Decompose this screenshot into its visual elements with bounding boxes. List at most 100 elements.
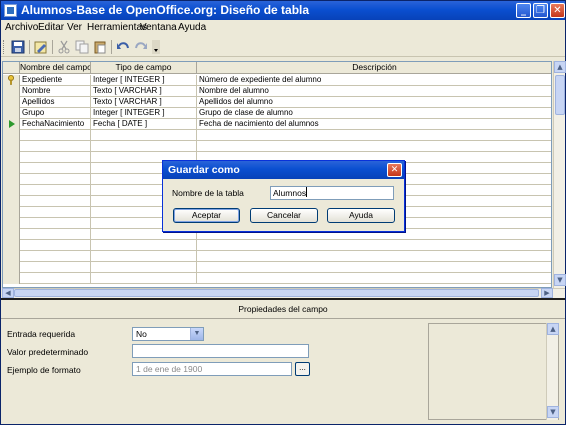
help-button[interactable]: Ayuda — [327, 208, 395, 223]
paste-icon[interactable] — [93, 40, 107, 54]
field-type-cell[interactable] — [91, 240, 197, 251]
table-row[interactable]: Expediente Integer [ INTEGER ] Número de e… — [3, 75, 551, 86]
field-name-cell[interactable] — [20, 229, 91, 240]
row-selector[interactable] — [3, 75, 20, 86]
empty-table-row[interactable] — [3, 262, 551, 273]
row-selector[interactable] — [3, 86, 20, 97]
row-selector[interactable] — [3, 196, 20, 207]
field-name-cell[interactable]: Grupo — [20, 108, 91, 119]
table-row[interactable]: Grupo Integer [ INTEGER ] Grupo de clase d… — [3, 108, 551, 119]
empty-table-row[interactable] — [3, 141, 551, 152]
field-name-cell[interactable] — [20, 262, 91, 273]
default-value-input[interactable] — [132, 344, 309, 358]
description-cell[interactable]: Apellidos del alumno — [197, 97, 551, 108]
field-name-cell[interactable]: Nombre — [20, 86, 91, 97]
description-cell[interactable]: Grupo de clase de alumno — [197, 108, 551, 119]
field-name-cell[interactable] — [20, 207, 91, 218]
scroll-thumb[interactable] — [555, 75, 565, 115]
menu-ventana[interactable]: Ventana — [140, 22, 177, 33]
field-name-cell[interactable]: Expediente — [20, 75, 91, 86]
row-selector[interactable] — [3, 119, 20, 130]
field-name-cell[interactable] — [20, 251, 91, 262]
scroll-up-arrow-icon[interactable]: ▲ — [554, 61, 566, 73]
copy-icon[interactable] — [75, 40, 89, 54]
menu-ayuda[interactable]: Ayuda — [178, 22, 206, 33]
field-type-cell[interactable]: Texto [ VARCHAR ] — [91, 97, 197, 108]
scroll-thumb-horizontal[interactable] — [14, 289, 539, 297]
help-vertical-scrollbar[interactable]: ▲ ▼ — [546, 323, 559, 420]
menu-ver[interactable]: Ver — [67, 22, 82, 33]
field-name-cell[interactable] — [20, 152, 91, 163]
field-type-cell[interactable]: Texto [ VARCHAR ] — [91, 86, 197, 97]
dialog-title-bar[interactable]: Guardar como ✕ — [163, 161, 404, 179]
minimize-button[interactable]: _ — [516, 3, 531, 18]
chevron-down-icon[interactable]: ▼ — [190, 328, 203, 340]
row-selector[interactable] — [3, 97, 20, 108]
field-type-cell[interactable] — [91, 273, 197, 284]
edit-icon[interactable] — [34, 40, 48, 54]
empty-table-row[interactable] — [3, 251, 551, 262]
empty-table-row[interactable] — [3, 240, 551, 251]
menu-herramientas[interactable]: Herramientas — [87, 22, 147, 33]
cancel-button[interactable]: Cancelar — [250, 208, 318, 223]
table-row[interactable]: Nombre Texto [ VARCHAR ] Nombre del alumno — [3, 86, 551, 97]
field-name-cell[interactable] — [20, 273, 91, 284]
row-selector[interactable] — [3, 152, 20, 163]
field-name-cell[interactable] — [20, 218, 91, 229]
description-cell[interactable] — [197, 262, 551, 273]
save-icon[interactable] — [11, 40, 25, 54]
row-selector[interactable] — [3, 130, 20, 141]
pane-splitter[interactable] — [1, 298, 565, 300]
field-type-cell[interactable]: Integer [ INTEGER ] — [91, 75, 197, 86]
row-selector[interactable] — [3, 163, 20, 174]
header-description[interactable]: Descripción — [197, 62, 551, 74]
scroll-down-arrow-icon[interactable]: ▼ — [554, 274, 566, 286]
description-cell[interactable]: Nombre del alumno — [197, 86, 551, 97]
toolbar-grip[interactable] — [3, 40, 6, 54]
header-field-name[interactable]: Nombre del campo — [20, 62, 91, 74]
field-name-cell[interactable]: FechaNacimiento — [20, 119, 91, 130]
field-name-cell[interactable] — [20, 240, 91, 251]
field-type-cell[interactable] — [91, 262, 197, 273]
row-selector[interactable] — [3, 251, 20, 262]
description-cell[interactable]: Fecha de nacimiento del alumnos — [197, 119, 551, 130]
field-name-cell[interactable] — [20, 141, 91, 152]
empty-table-row[interactable] — [3, 273, 551, 284]
scroll-right-arrow-icon[interactable]: ▶ — [541, 288, 553, 298]
header-field-type[interactable]: Tipo de campo — [91, 62, 197, 74]
row-selector[interactable] — [3, 218, 20, 229]
row-selector[interactable] — [3, 185, 20, 196]
dialog-close-button[interactable]: ✕ — [387, 163, 402, 177]
description-cell[interactable] — [197, 273, 551, 284]
scroll-down-arrow-icon[interactable]: ▼ — [547, 406, 559, 418]
field-name-cell[interactable] — [20, 174, 91, 185]
menu-editar[interactable]: Editar — [38, 22, 64, 33]
row-selector[interactable] — [3, 141, 20, 152]
grid-horizontal-scrollbar[interactable]: ◀ ▶ — [2, 288, 565, 298]
undo-icon[interactable] — [116, 40, 130, 54]
scroll-left-arrow-icon[interactable]: ◀ — [2, 288, 14, 298]
restore-button[interactable]: ❐ — [533, 3, 548, 18]
field-type-cell[interactable] — [91, 130, 197, 141]
toolbar-options-dropdown-icon[interactable] — [152, 40, 160, 54]
field-name-cell[interactable] — [20, 163, 91, 174]
accept-button[interactable]: Aceptar — [173, 208, 240, 223]
row-selector[interactable] — [3, 229, 20, 240]
scroll-up-arrow-icon[interactable]: ▲ — [547, 323, 559, 335]
row-selector[interactable] — [3, 240, 20, 251]
description-cell[interactable] — [197, 251, 551, 262]
format-options-button[interactable]: ... — [295, 362, 310, 376]
description-cell[interactable] — [197, 130, 551, 141]
field-type-cell[interactable]: Fecha [ DATE ] — [91, 119, 197, 130]
row-selector[interactable] — [3, 262, 20, 273]
row-selector[interactable] — [3, 108, 20, 119]
field-name-cell[interactable] — [20, 185, 91, 196]
redo-icon[interactable] — [134, 40, 148, 54]
row-selector[interactable] — [3, 174, 20, 185]
menu-archivo[interactable]: Archivo — [5, 22, 38, 33]
field-type-cell[interactable]: Integer [ INTEGER ] — [91, 108, 197, 119]
row-selector[interactable] — [3, 273, 20, 284]
required-entry-select[interactable]: No ▼ — [132, 327, 204, 341]
empty-table-row[interactable] — [3, 130, 551, 141]
field-name-cell[interactable] — [20, 130, 91, 141]
